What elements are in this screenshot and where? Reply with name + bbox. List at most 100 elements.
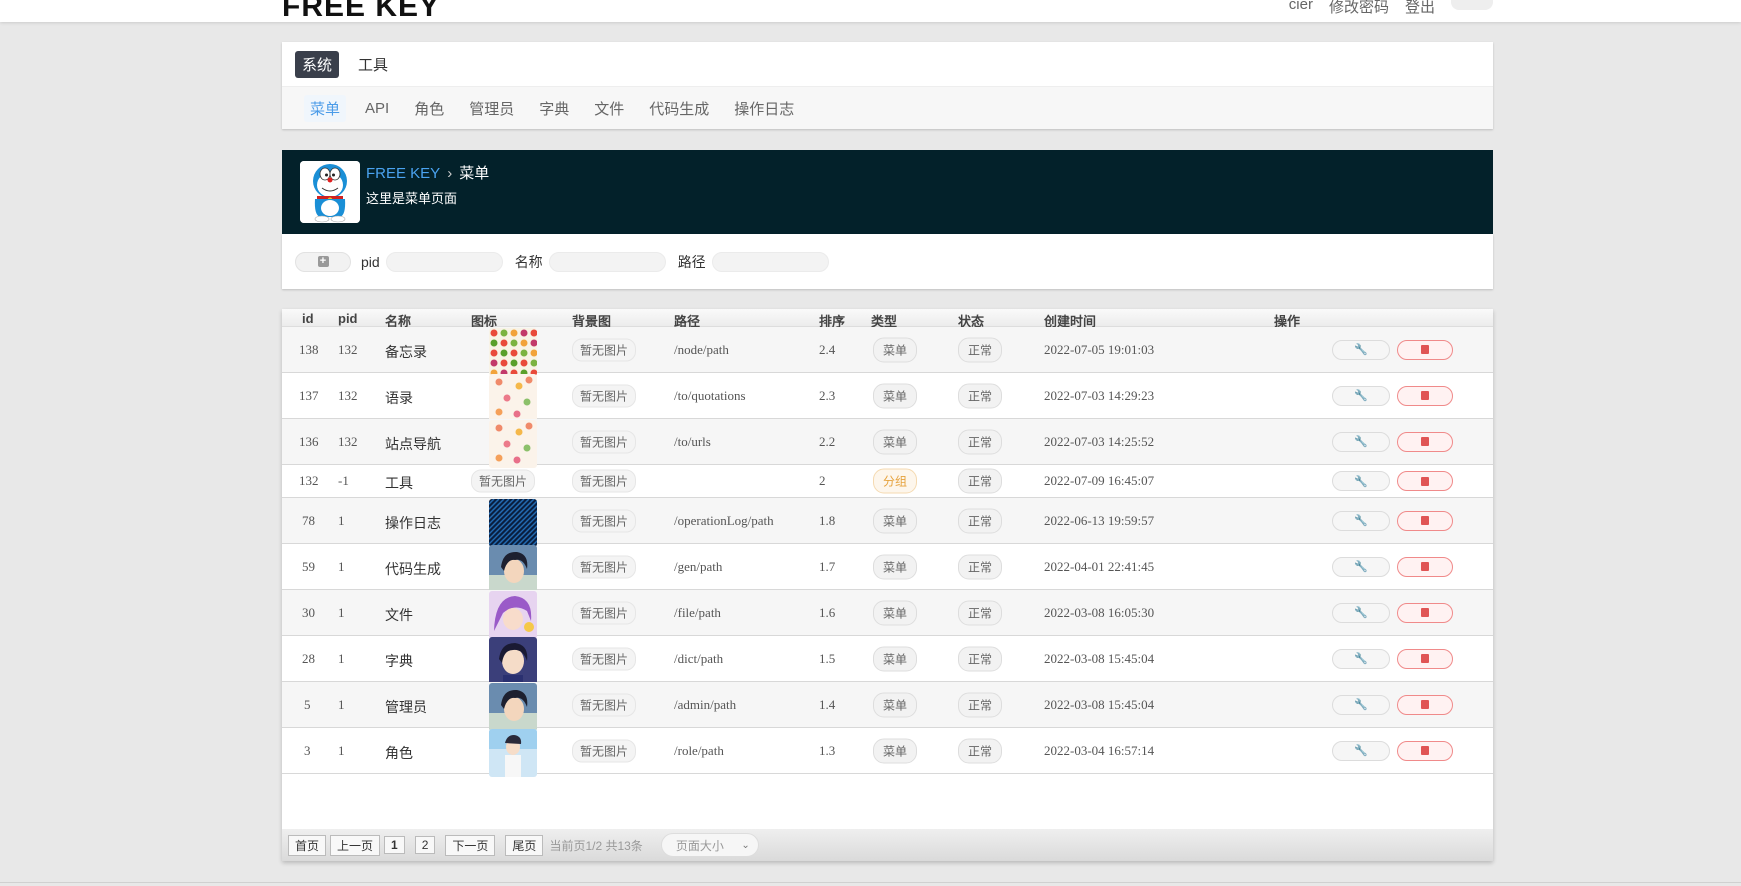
wrench-icon: 🔧 — [1354, 745, 1368, 757]
cell-id: 30 — [302, 604, 315, 620]
menu-icon-image[interactable] — [489, 637, 537, 685]
cell-status: 正常 — [958, 508, 1003, 533]
subtab-role[interactable]: 角色 — [408, 95, 450, 122]
pid-input[interactable] — [385, 251, 503, 272]
edit-button[interactable]: 🔧 — [1332, 385, 1390, 406]
prev-page-button[interactable]: 上一页 — [330, 834, 381, 856]
edit-button[interactable]: 🔧 — [1332, 339, 1390, 360]
edit-button[interactable]: 🔧 — [1332, 431, 1390, 452]
breadcrumb-separator: › — [447, 165, 453, 182]
delete-button[interactable] — [1397, 431, 1453, 452]
cell-created: 2022-07-09 16:45:07 — [1044, 473, 1155, 488]
cell-status: 正常 — [958, 554, 1003, 579]
next-page-button[interactable]: 下一页 — [445, 834, 496, 856]
edit-button[interactable]: 🔧 — [1332, 740, 1390, 761]
edit-button[interactable]: 🔧 — [1332, 648, 1390, 669]
page-2-button[interactable]: 2 — [414, 836, 436, 854]
status-badge: 正常 — [958, 337, 1003, 362]
cell-name: 站点导航 — [385, 435, 441, 452]
status-badge: 正常 — [958, 508, 1003, 533]
tab-tools[interactable]: 工具 — [351, 51, 395, 78]
cell-status: 正常 — [958, 738, 1003, 763]
column-header[interactable]: pid — [338, 311, 358, 326]
cell-sort: 1.7 — [819, 558, 836, 574]
cell-name: 文件 — [385, 606, 413, 623]
cell-pid: 132 — [338, 387, 358, 403]
cell-id: 136 — [299, 433, 319, 449]
cell-background: 暂无图片 — [572, 601, 637, 624]
subtab-codegen[interactable]: 代码生成 — [643, 95, 715, 122]
last-page-button[interactable]: 尾页 — [505, 834, 544, 856]
add-button[interactable]: + — [295, 251, 351, 272]
page-size-select[interactable]: 页面大小 ⌄ — [660, 833, 759, 857]
cell-sort: 2.2 — [819, 433, 836, 449]
cell-pid: -1 — [338, 473, 349, 488]
delete-button[interactable] — [1397, 694, 1453, 715]
menu-icon-image[interactable] — [489, 420, 537, 468]
cell-background: 暂无图片 — [572, 338, 637, 361]
delete-button[interactable] — [1397, 648, 1453, 669]
delete-button[interactable] — [1397, 740, 1453, 761]
delete-button[interactable] — [1397, 602, 1453, 623]
name-input[interactable] — [548, 251, 666, 272]
no-image-badge: 暂无图片 — [471, 469, 536, 493]
menu-icon-image[interactable] — [489, 328, 537, 376]
delete-button[interactable] — [1397, 385, 1453, 406]
table-row: 30 1 文件 暂无图片/file/path 1.6 菜单 正常 2022-03-08 16:… — [282, 590, 1493, 639]
cell-sort: 1.4 — [819, 696, 836, 712]
first-page-button[interactable]: 首页 — [288, 834, 327, 856]
logout-link[interactable]: 登出 — [1405, 0, 1435, 17]
page-1-button[interactable]: 1 — [384, 836, 405, 854]
edit-button[interactable]: 🔧 — [1332, 602, 1390, 623]
trash-icon — [1421, 700, 1429, 709]
cell-status: 正常 — [958, 692, 1003, 717]
type-badge: 菜单 — [873, 738, 918, 763]
page-size-placeholder: 页面大小 — [675, 838, 724, 853]
menu-icon-image[interactable] — [489, 499, 537, 547]
brand-logo-text[interactable]: FREE KEY — [282, 0, 440, 24]
subtab-file[interactable]: 文件 — [588, 95, 630, 122]
change-password-link[interactable]: 修改密码 — [1329, 0, 1389, 17]
menu-icon-image[interactable] — [489, 729, 537, 777]
tab-system[interactable]: 系统 — [295, 50, 340, 78]
delete-button[interactable] — [1397, 556, 1453, 577]
menu-icon-image[interactable] — [489, 591, 537, 639]
cell-created: 2022-04-01 22:41:45 — [1044, 558, 1155, 574]
type-badge: 分组 — [873, 468, 918, 494]
trash-icon — [1421, 476, 1429, 486]
status-badge: 正常 — [958, 600, 1003, 625]
cell-status: 正常 — [958, 646, 1003, 671]
delete-button[interactable] — [1397, 510, 1453, 531]
menu-icon-image[interactable] — [489, 374, 537, 422]
username-link[interactable]: cier — [1289, 0, 1313, 17]
page-banner: FREE KEY › 菜单 这里是菜单页面 — [282, 150, 1493, 234]
subtab-api[interactable]: API — [359, 97, 395, 120]
edit-button[interactable]: 🔧 — [1332, 694, 1390, 715]
column-header[interactable]: id — [302, 311, 314, 326]
trash-icon — [1421, 345, 1429, 354]
wrench-icon: 🔧 — [1354, 390, 1368, 402]
cell-path: /dict/path — [674, 650, 724, 666]
delete-button[interactable] — [1397, 471, 1453, 491]
cell-pid: 132 — [338, 341, 358, 357]
subtab-dict[interactable]: 字典 — [533, 95, 575, 122]
edit-button[interactable]: 🔧 — [1332, 556, 1390, 577]
menu-icon-image[interactable] — [489, 683, 537, 731]
subtab-admin[interactable]: 管理员 — [463, 95, 520, 122]
avatar[interactable] — [1451, 0, 1493, 10]
cell-name: 操作日志 — [385, 514, 441, 531]
edit-button[interactable]: 🔧 — [1332, 471, 1390, 491]
status-badge: 正常 — [958, 554, 1003, 579]
edit-button[interactable]: 🔧 — [1332, 510, 1390, 531]
type-badge: 菜单 — [873, 429, 918, 454]
cell-id: 28 — [302, 650, 315, 666]
breadcrumb-home[interactable]: FREE KEY — [366, 165, 440, 182]
menu-icon-image[interactable] — [489, 545, 537, 593]
path-input[interactable] — [711, 251, 829, 272]
cell-created: 2022-03-08 15:45:04 — [1044, 650, 1155, 666]
delete-button[interactable] — [1397, 339, 1453, 360]
subtab-oplog[interactable]: 操作日志 — [728, 95, 800, 122]
pagination: 首页 上一页 1 2 下一页 尾页 当前页1/2 共13条 页面大小 ⌄ — [282, 829, 1493, 861]
subtab-menu[interactable]: 菜单 — [304, 94, 347, 122]
cell-path: /gen/path — [674, 558, 723, 574]
